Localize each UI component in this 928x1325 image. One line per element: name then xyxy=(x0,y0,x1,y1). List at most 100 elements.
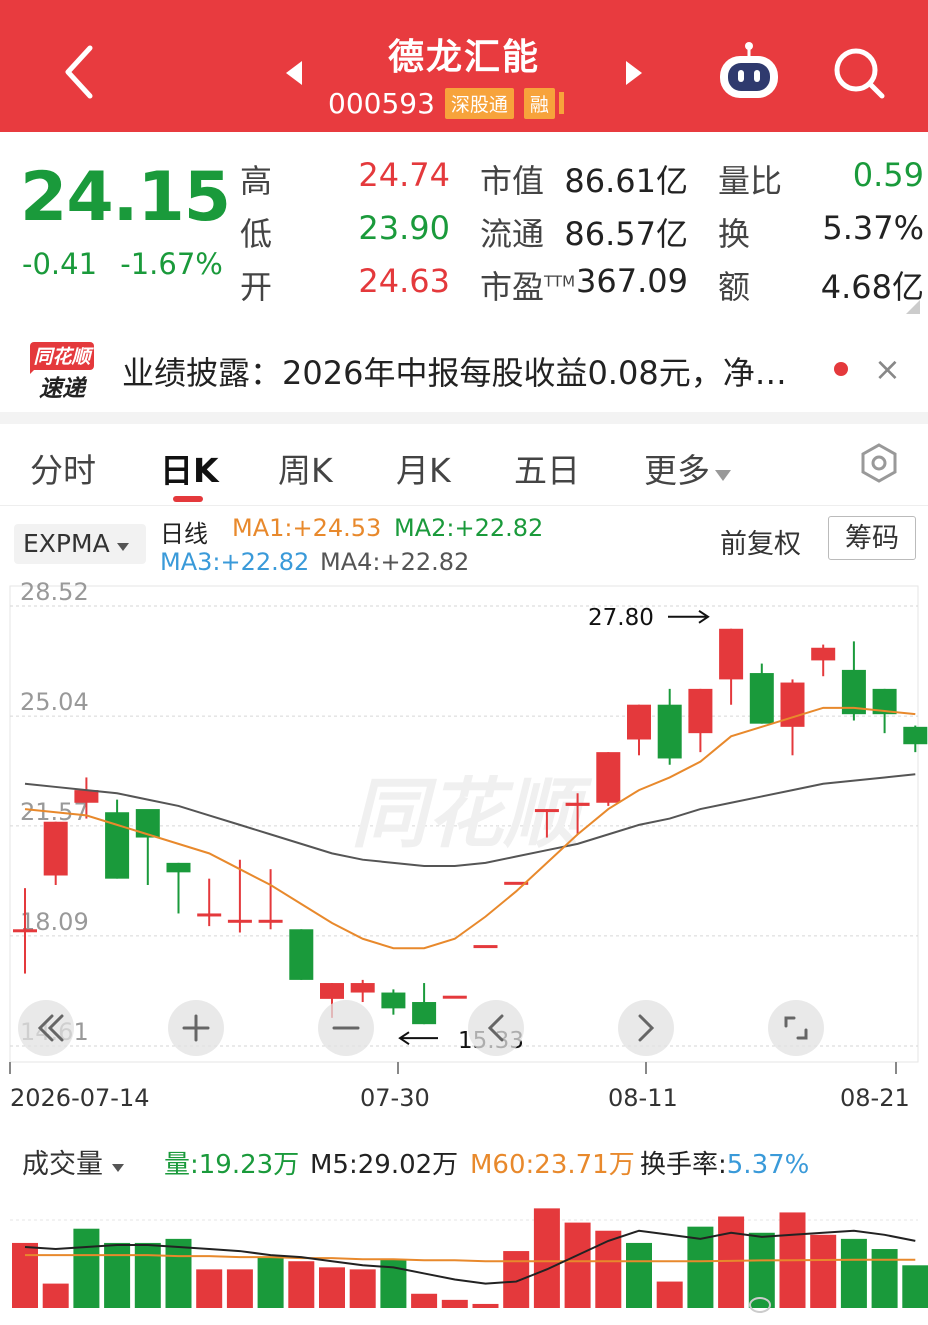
y-tick-label: 25.04 xyxy=(20,688,89,716)
stock-code: 000593 xyxy=(328,86,435,120)
candle-body xyxy=(350,983,375,993)
volume-bar xyxy=(441,1299,468,1308)
scroll-left-button[interactable] xyxy=(468,1000,524,1056)
candle-body xyxy=(74,790,99,803)
candle-body xyxy=(381,992,406,1009)
chips-button[interactable]: 筹码 xyxy=(828,516,916,560)
x-label-0811: 08-11 xyxy=(608,1084,678,1112)
volume-chart[interactable] xyxy=(0,1180,928,1312)
volume-indicator-select[interactable]: 成交量 xyxy=(22,1142,125,1181)
candle-body xyxy=(227,919,252,923)
low-label: 低 xyxy=(240,215,273,253)
candle-body xyxy=(811,647,836,661)
candle-body xyxy=(534,809,559,813)
x-label-0821: 08-21 xyxy=(840,1084,910,1112)
volume-bar xyxy=(840,1238,867,1308)
volume-bar xyxy=(656,1281,683,1308)
x-label-0730: 07-30 xyxy=(360,1084,430,1112)
tab-weekly-k[interactable]: 周K xyxy=(278,444,333,492)
volume-bar xyxy=(349,1269,376,1308)
volume-bar xyxy=(533,1208,560,1308)
period-label: 日线 xyxy=(160,520,208,548)
volume-bar xyxy=(472,1303,499,1308)
volume-bar xyxy=(871,1249,898,1308)
adjust-button[interactable]: 前复权 xyxy=(720,522,801,561)
tag-hk-connect: 深股通 xyxy=(444,87,514,119)
prev-triangle-icon[interactable] xyxy=(284,60,304,86)
section-divider xyxy=(0,412,928,424)
expand-corner-icon[interactable] xyxy=(906,300,920,314)
volume-bar xyxy=(196,1269,223,1308)
tag-margin: 融 xyxy=(523,87,555,119)
change-percent: -1.67% xyxy=(120,247,223,281)
amount-value: 4.68亿 xyxy=(820,268,924,306)
last-price: 24.15 xyxy=(20,158,231,237)
price-change: -0.41 -1.67% xyxy=(22,247,223,281)
open-value: 24.63 xyxy=(358,262,450,300)
candle-body xyxy=(135,809,160,838)
scroll-right-button[interactable] xyxy=(618,1000,674,1056)
tab-monthly-k[interactable]: 月K xyxy=(396,444,451,492)
float-value: 86.57亿 xyxy=(564,215,688,253)
high-value: 24.74 xyxy=(358,156,450,194)
candle-body xyxy=(688,688,713,734)
tabs-divider xyxy=(0,505,928,506)
volume-value: 量:19.23万 xyxy=(164,1150,300,1180)
scroll-left-button-bg xyxy=(468,1000,524,1056)
volratio-label: 量比 xyxy=(718,162,783,200)
rewind-fast-button[interactable] xyxy=(18,1000,74,1056)
volume-bar xyxy=(718,1216,745,1308)
volume-bar xyxy=(12,1242,38,1308)
zoom-out-button[interactable] xyxy=(318,1000,374,1056)
weibo-watermark-icon xyxy=(749,1297,771,1313)
volume-turnover: 换手率:5.37% xyxy=(640,1150,810,1180)
news-headline[interactable]: 业绩披露：2026年中报每股收益0.08元，净… xyxy=(122,348,787,394)
turnover-label: 换 xyxy=(718,215,751,253)
candle-body xyxy=(627,704,651,740)
ma1-label: MA1:+24.53 xyxy=(232,514,382,542)
search-icon[interactable] xyxy=(832,46,888,100)
mktcap-value: 86.61亿 xyxy=(564,162,688,200)
news-banner[interactable]: 同花顺 速递 业绩披露：2026年中报每股收益0.08元，净… xyxy=(0,330,928,410)
volume-bar xyxy=(564,1222,591,1308)
volume-bar xyxy=(503,1251,530,1308)
kline-chart[interactable]: 28.5225.0421.5718.0914.61同花顺27.8015.33 xyxy=(0,578,928,1118)
volratio-value: 0.59 xyxy=(852,156,924,194)
volume-bar xyxy=(165,1238,192,1308)
mktcap-label: 市值 xyxy=(480,162,545,200)
settings-hexagon-icon[interactable] xyxy=(858,442,900,484)
float-label: 流通 xyxy=(480,215,545,253)
indicator-select[interactable]: EXPMA xyxy=(14,524,146,564)
active-tab-indicator xyxy=(173,496,203,502)
volume-bar xyxy=(902,1265,928,1308)
amount-label: 额 xyxy=(718,268,751,306)
tab-more[interactable]: 更多 xyxy=(644,444,732,492)
zoom-in-button[interactable] xyxy=(168,1000,224,1056)
candle-body xyxy=(13,929,37,933)
fullscreen-button[interactable] xyxy=(768,1000,824,1056)
candle-body xyxy=(412,1002,437,1025)
tab-intraday[interactable]: 分时 xyxy=(30,444,96,492)
news-close-button[interactable]: × xyxy=(874,350,901,388)
stock-code-row: 000593 深股通 融 xyxy=(328,86,564,120)
max-annotation: 27.80 xyxy=(588,605,654,631)
more-dropdown-icon xyxy=(715,470,731,481)
tab-daily-k[interactable]: 日K xyxy=(160,444,219,492)
volume-bar xyxy=(104,1242,131,1308)
volume-bar xyxy=(810,1234,837,1308)
next-triangle-icon[interactable] xyxy=(624,60,644,86)
candle-body xyxy=(166,862,191,873)
robot-assistant-icon[interactable] xyxy=(716,40,782,102)
header-bar: 德龙汇能 000593 深股通 融 xyxy=(0,0,928,132)
volume-bar xyxy=(626,1242,652,1308)
scroll-right-button-bg xyxy=(618,1000,674,1056)
candle-body xyxy=(197,913,222,917)
high-label: 高 xyxy=(240,162,273,200)
ths-watermark: 同花顺 xyxy=(351,769,593,858)
candle-body xyxy=(442,995,467,999)
tab-five-day[interactable]: 五日 xyxy=(514,444,580,492)
candle-body xyxy=(43,821,68,876)
change-amount: -0.41 xyxy=(22,247,98,281)
candle-body xyxy=(749,673,774,724)
candle-body xyxy=(719,628,744,680)
